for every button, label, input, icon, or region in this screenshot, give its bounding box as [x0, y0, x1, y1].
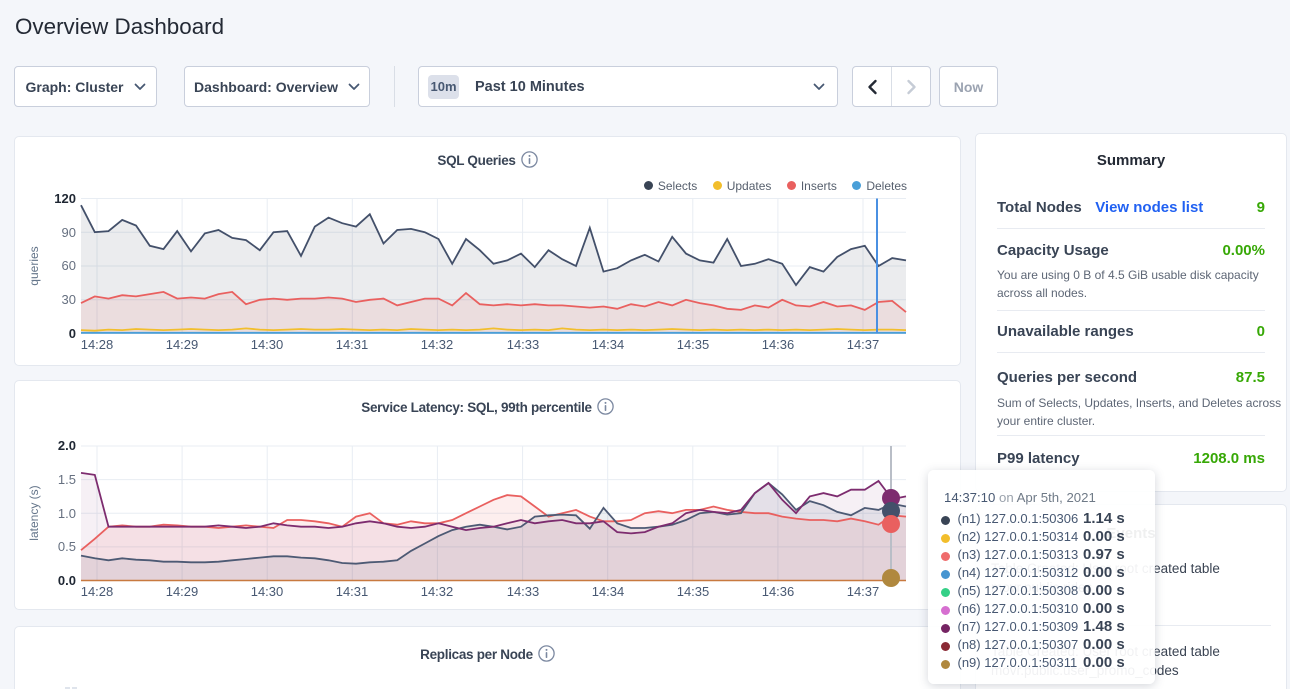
svg-text:14:32: 14:32 [421, 584, 454, 599]
svg-text:14:30: 14:30 [251, 584, 284, 599]
svg-text:14:36: 14:36 [762, 337, 795, 352]
svg-text:0.5: 0.5 [58, 539, 76, 554]
svg-text:14:30: 14:30 [251, 337, 284, 352]
svg-text:0: 0 [69, 326, 76, 341]
svg-text:14:29: 14:29 [166, 337, 199, 352]
svg-text:14:37: 14:37 [847, 584, 880, 599]
svg-text:latency (s): latency (s) [27, 485, 41, 540]
svg-text:14:31: 14:31 [336, 337, 369, 352]
svg-text:14:33: 14:33 [507, 584, 540, 599]
svg-text:120: 120 [54, 191, 76, 206]
svg-text:14:33: 14:33 [507, 337, 540, 352]
svg-text:14:31: 14:31 [336, 584, 369, 599]
svg-text:2.0: 2.0 [58, 438, 76, 453]
svg-text:14:32: 14:32 [421, 337, 454, 352]
svg-text:14:35: 14:35 [677, 584, 710, 599]
svg-text:14:28: 14:28 [81, 584, 114, 599]
svg-text:30: 30 [62, 292, 76, 307]
svg-text:60: 60 [62, 258, 76, 273]
svg-text:1.0: 1.0 [58, 506, 76, 521]
svg-text:14:36: 14:36 [762, 584, 795, 599]
svg-text:14:29: 14:29 [166, 584, 199, 599]
svg-text:queries: queries [27, 246, 41, 285]
svg-text:14:35: 14:35 [677, 337, 710, 352]
svg-text:14:28: 14:28 [81, 337, 114, 352]
svg-text:0.0: 0.0 [58, 573, 76, 588]
svg-text:14:34: 14:34 [592, 584, 625, 599]
svg-text:1.5: 1.5 [58, 472, 76, 487]
svg-text:14:37: 14:37 [847, 337, 880, 352]
svg-text:90: 90 [62, 225, 76, 240]
svg-text:14:34: 14:34 [592, 337, 625, 352]
